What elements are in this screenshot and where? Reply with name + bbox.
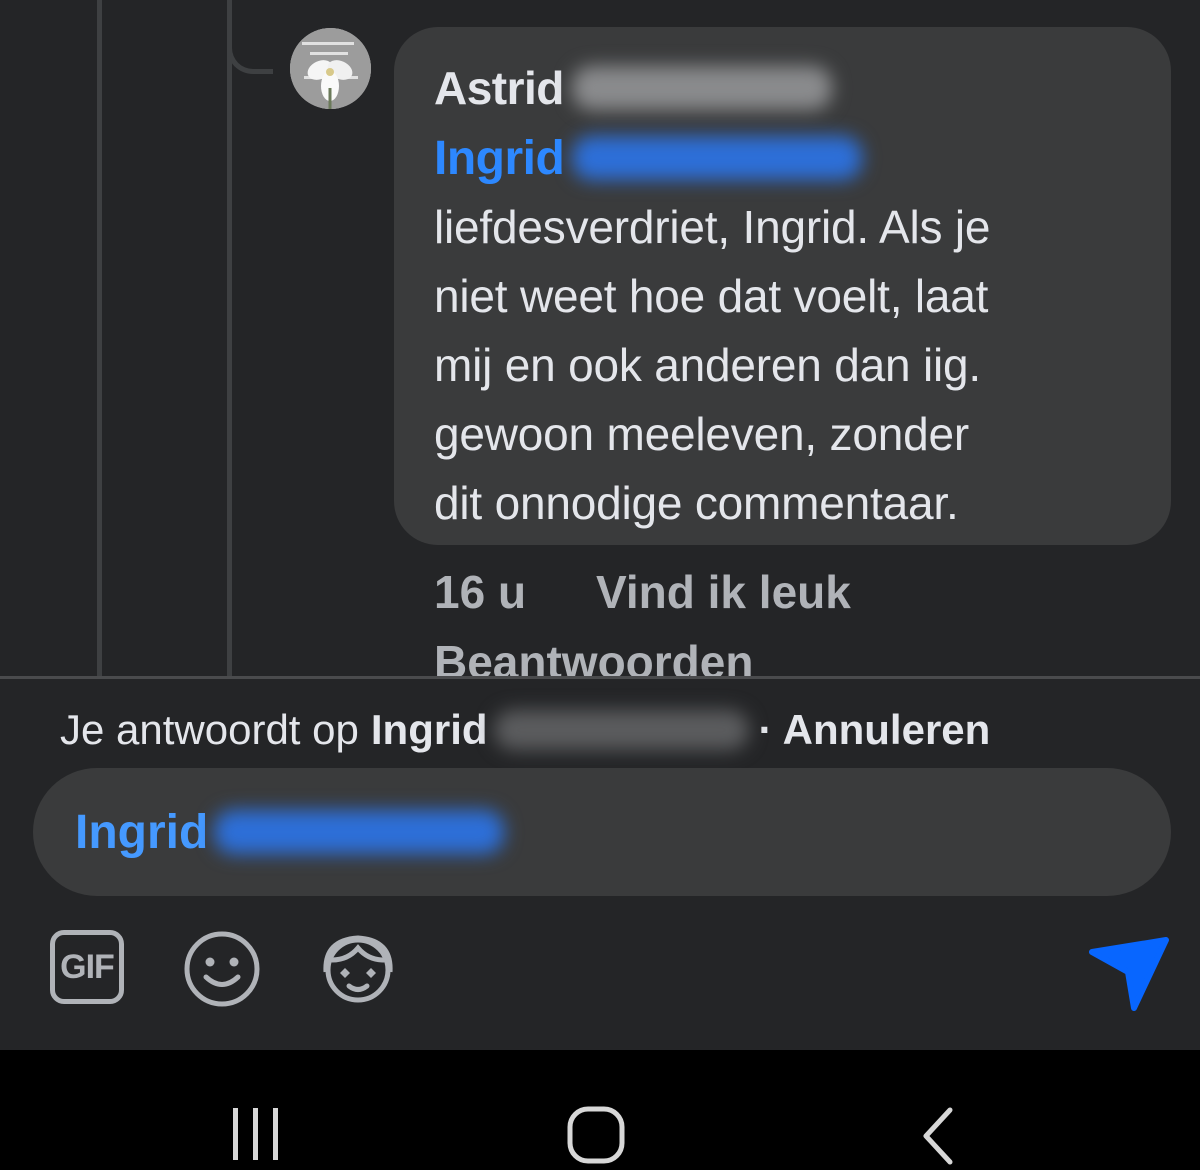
- comment-meta: 16 u Vind ik leuk: [434, 565, 851, 619]
- comment-author[interactable]: Astrid: [434, 53, 1131, 123]
- comment-reply-screen: Astrid Ingrid liefdesverdriet, Ingrid. A…: [0, 0, 1200, 1170]
- home-glyph: [567, 1106, 625, 1164]
- recent-apps-glyph: [233, 1108, 278, 1160]
- avatar[interactable]: [290, 28, 371, 109]
- replying-prefix: Je antwoordt op: [60, 706, 359, 753]
- back-glyph: [923, 1107, 953, 1165]
- send-button[interactable]: [1088, 936, 1170, 1017]
- back-icon[interactable]: [918, 1106, 958, 1170]
- flower-avatar-icon: [290, 28, 371, 109]
- mention-name[interactable]: Ingrid: [434, 131, 565, 186]
- cancel-reply-button[interactable]: · Annuleren: [759, 706, 991, 754]
- comment-mention[interactable]: Ingrid: [434, 123, 1131, 193]
- comment-bubble[interactable]: Astrid Ingrid liefdesverdriet, Ingrid. A…: [394, 27, 1171, 545]
- divider: [0, 676, 1200, 679]
- comment-input[interactable]: Ingrid: [33, 768, 1171, 896]
- smiley-glyph: [184, 931, 260, 1007]
- comment-time: 16 u: [434, 566, 527, 618]
- thread-line-inner: [227, 0, 232, 677]
- redacted-author-surname: [571, 66, 832, 110]
- comment-text: liefdesverdriet, Ingrid. Als je niet wee…: [434, 201, 991, 529]
- redacted-replying-surname: [493, 710, 749, 750]
- replying-name: Ingrid: [370, 706, 488, 753]
- reply-link[interactable]: Beantwoorden: [434, 630, 753, 676]
- avatar-face-glyph: [323, 935, 393, 1003]
- replying-to-bar: Je antwoordt op Ingrid · Annuleren: [60, 695, 990, 765]
- send-icon: [1089, 937, 1169, 1011]
- recent-apps-icon[interactable]: [230, 1106, 282, 1167]
- thread-line-outer: [97, 0, 102, 677]
- home-icon[interactable]: [567, 1106, 625, 1169]
- emoji-icon[interactable]: [183, 930, 261, 1013]
- gif-icon[interactable]: GIF: [50, 930, 124, 1004]
- input-mention-name: Ingrid: [75, 805, 209, 859]
- redacted-mention-surname: [572, 136, 863, 180]
- redacted-input-surname: [214, 810, 505, 854]
- like-link[interactable]: Vind ik leuk: [596, 565, 851, 619]
- author-name[interactable]: Astrid: [434, 61, 564, 115]
- thread-branch-connector: [227, 0, 273, 74]
- gif-label: GIF: [60, 947, 115, 986]
- avatar-sticker-icon[interactable]: [318, 930, 398, 1013]
